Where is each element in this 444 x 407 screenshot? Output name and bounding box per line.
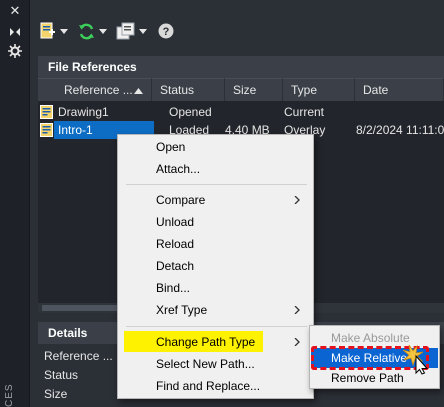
menu-item-select-new-path[interactable]: Select New Path...	[119, 353, 312, 375]
column-header-spacer	[38, 78, 56, 101]
menu-item-reload[interactable]: Reload	[119, 233, 312, 255]
menu-item-find-and-replace[interactable]: Find and Replace...	[119, 375, 312, 397]
settings-icon[interactable]	[8, 44, 22, 58]
menu-item-change-path-type[interactable]: Change Path Type	[119, 331, 312, 353]
column-header-type[interactable]: Type	[283, 78, 355, 101]
menu-item-attach[interactable]: Attach...	[119, 158, 312, 180]
drawing-file-icon	[40, 123, 53, 137]
svg-text:?: ?	[163, 26, 170, 38]
drawing-file-icon	[40, 105, 53, 119]
menu-item-open[interactable]: Open	[119, 136, 312, 158]
refresh-dropdown[interactable]	[78, 21, 107, 41]
detail-label-size: Size	[44, 387, 68, 401]
column-header-status[interactable]: Status	[152, 78, 225, 101]
cell-status: Opened	[169, 105, 212, 119]
chevron-right-icon	[294, 196, 300, 204]
cell-reference: Intro-1	[58, 123, 93, 137]
column-header-reference[interactable]: Reference ...	[56, 78, 152, 101]
chevron-right-icon	[294, 306, 300, 314]
pin-icon[interactable]	[8, 25, 22, 39]
attach-dropdown[interactable]	[40, 21, 68, 41]
cell-reference: Drawing1	[58, 105, 109, 119]
table-row[interactable]: Drawing1 Opened Current	[38, 103, 444, 121]
palette-title-strip: ✕ CES	[0, 0, 30, 407]
help-icon: ?	[158, 23, 174, 39]
context-menu: Open Attach... Compare Unload Reload Det…	[117, 134, 314, 399]
cell-date: 8/2/2024 11:11:05	[356, 123, 444, 137]
close-icon[interactable]: ✕	[8, 4, 22, 18]
menu-separator	[126, 184, 307, 185]
refresh-icon	[79, 23, 94, 39]
menu-item-unload[interactable]: Unload	[119, 211, 312, 233]
menu-item-bind[interactable]: Bind...	[119, 277, 312, 299]
menu-item-compare[interactable]: Compare	[119, 189, 312, 211]
cell-type: Current	[284, 105, 325, 119]
menu-item-detach[interactable]: Detach	[119, 255, 312, 277]
menu-separator	[126, 326, 307, 327]
chevron-right-icon	[294, 338, 300, 346]
cursor-icon	[402, 344, 429, 375]
column-header-size[interactable]: Size	[225, 78, 283, 101]
attach-icon	[40, 22, 55, 39]
menu-item-xref-type[interactable]: Xref Type	[119, 299, 312, 321]
toolbar: ?	[30, 14, 444, 48]
sort-ascending-icon	[134, 88, 143, 94]
detail-label-status: Status	[44, 368, 79, 382]
palette-vertical-label: CES	[4, 383, 15, 407]
detail-label-reference: Reference ...	[44, 349, 113, 363]
file-references-header[interactable]: File References	[38, 56, 444, 78]
change-path-dropdown[interactable]	[116, 21, 147, 41]
help-button[interactable]: ?	[158, 21, 174, 41]
column-header-date[interactable]: Date	[355, 78, 444, 101]
change-path-icon	[116, 22, 135, 40]
